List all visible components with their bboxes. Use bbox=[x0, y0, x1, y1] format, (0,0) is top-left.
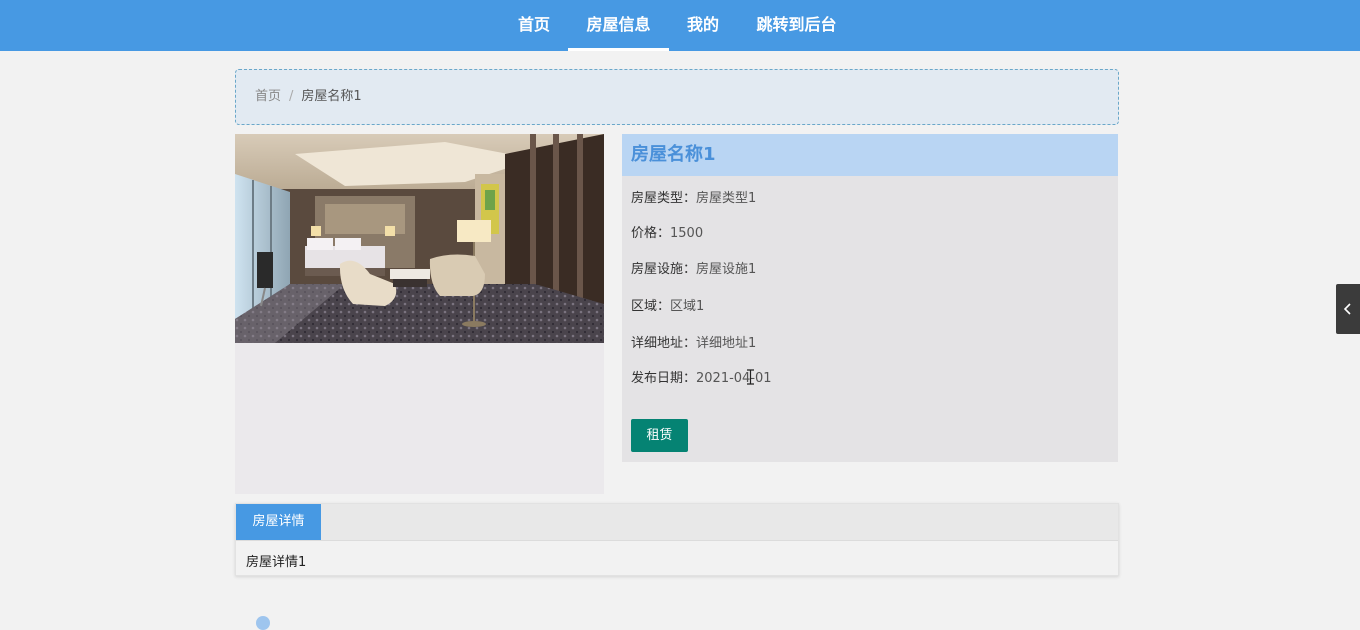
top-navbar: 首页 房屋信息 我的 跳转到后台 bbox=[0, 0, 1360, 51]
address-label: 详细地址： bbox=[631, 336, 697, 351]
nav-item-house-info[interactable]: 房屋信息 bbox=[568, 0, 669, 51]
tab-house-details[interactable]: 房屋详情 bbox=[236, 504, 321, 540]
area-label: 区域： bbox=[631, 299, 671, 314]
house-type-row: 房屋类型：房屋类型1 bbox=[631, 187, 756, 206]
nav-item-home[interactable]: 首页 bbox=[506, 0, 562, 51]
house-image-panel bbox=[235, 134, 604, 494]
address-value: 详细地址1 bbox=[696, 336, 757, 351]
facilities-row: 房屋设施：房屋设施1 bbox=[631, 258, 756, 277]
publish-date-label: 发布日期： bbox=[631, 371, 697, 386]
house-details-section: 房屋详情 房屋详情1 bbox=[235, 503, 1119, 576]
chevron-left-icon bbox=[1343, 303, 1351, 315]
side-panel-toggle[interactable] bbox=[1336, 284, 1360, 334]
house-photo bbox=[235, 134, 604, 343]
bottom-float-button[interactable] bbox=[256, 616, 270, 630]
area-value: 区域1 bbox=[670, 299, 705, 314]
text-cursor-icon bbox=[747, 369, 754, 385]
nav-item-admin[interactable]: 跳转到后台 bbox=[745, 0, 848, 51]
price-row: 价格：1500 bbox=[631, 222, 703, 241]
price-value: 1500 bbox=[670, 226, 704, 241]
house-details-content: 房屋详情1 bbox=[246, 555, 307, 570]
facilities-value: 房屋设施1 bbox=[696, 262, 757, 277]
details-tabbar: 房屋详情 bbox=[236, 504, 1118, 541]
breadcrumb-home-link[interactable]: 首页 bbox=[255, 89, 281, 104]
breadcrumb-current: 房屋名称1 bbox=[301, 89, 362, 104]
house-info-panel: 房屋名称1 房屋类型：房屋类型1 价格：1500 房屋设施：房屋设施1 区域：区… bbox=[622, 134, 1118, 462]
house-type-label: 房屋类型： bbox=[631, 191, 697, 206]
rent-button[interactable]: 租赁 bbox=[631, 419, 688, 452]
house-type-value: 房屋类型1 bbox=[696, 191, 757, 206]
breadcrumb-separator: / bbox=[289, 89, 294, 104]
area-row: 区域：区域1 bbox=[631, 295, 704, 314]
address-row: 详细地址：详细地址1 bbox=[631, 332, 756, 351]
publish-date-value: 2021-04-01 bbox=[696, 371, 772, 386]
breadcrumb: 首页 / 房屋名称1 bbox=[235, 69, 1119, 125]
nav-item-mine[interactable]: 我的 bbox=[677, 0, 729, 51]
house-title: 房屋名称1 bbox=[622, 134, 1118, 176]
price-label: 价格： bbox=[631, 226, 671, 241]
facilities-label: 房屋设施： bbox=[631, 262, 697, 277]
